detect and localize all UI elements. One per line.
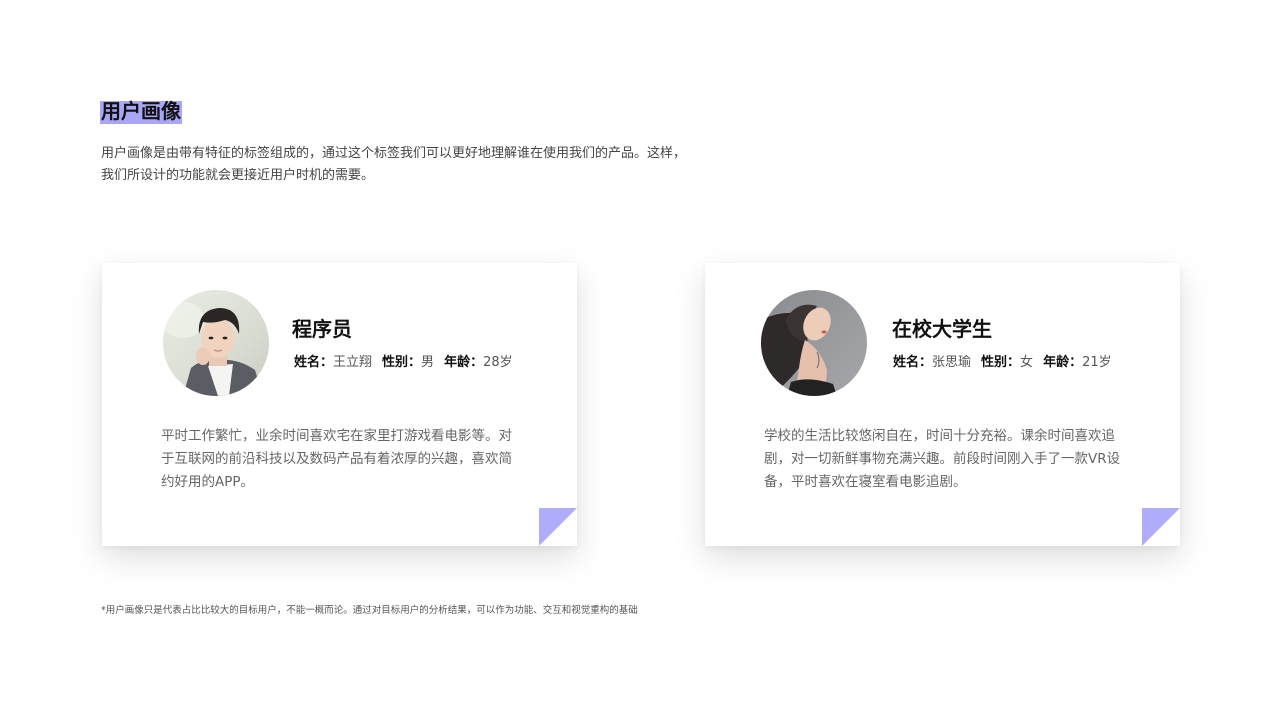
gender-value: 女 [1020,355,1034,370]
persona-meta: 姓名：王立翔 性别：男 年龄：28岁 [294,351,513,370]
gender-label: 性别： [981,355,1021,370]
intro-paragraph: 用户画像是由带有特征的标签组成的，通过这个标签我们可以更好地理解谁在使用我们的产… [101,143,741,187]
intro-line-1: 用户画像是由带有特征的标签组成的，通过这个标签我们可以更好地理解谁在使用我们的产… [101,146,687,161]
page-title: 用户画像 [100,98,182,124]
persona-meta: 姓名：张思瑜 性别：女 年龄：21岁 [893,351,1112,370]
persona-description: 平时工作繁忙，业余时间喜欢宅在家里打游戏看电影等。对于互联网的前沿科技以及数码产… [161,428,512,490]
name-value: 张思瑜 [932,355,972,370]
title-block: 用户画像 [100,98,182,124]
gender-label: 性别： [382,355,422,370]
age-value: 28岁 [483,355,513,370]
avatar-male [163,290,269,396]
folded-corner-icon [1142,508,1180,546]
persona-page: 用户画像 用户画像是由带有特征的标签组成的，通过这个标签我们可以更好地理解谁在使… [0,0,1280,720]
footnote: *用户画像只是代表占比比较大的目标用户，不能一概而论。通过对目标用户的分析结果，… [101,605,638,616]
persona-role: 在校大学生 [892,317,992,341]
page-title-text: 用户画像 [101,99,181,123]
male-user-photo-icon [163,290,269,396]
persona-card-student: 在校大学生 姓名：张思瑜 性别：女 年龄：21岁 学校的生活比较悠闲自在，时间十分充… [705,263,1180,546]
avatar-female [761,290,867,396]
folded-corner-icon [539,508,577,546]
name-label: 姓名： [893,355,933,370]
name-value: 王立翔 [333,355,373,370]
intro-line-2: 我们所设计的功能就会更接近用户时机的需要。 [101,168,375,183]
gender-value: 男 [421,355,435,370]
persona-role: 程序员 [292,317,352,341]
persona-description: 学校的生活比较悠闲自在，时间十分充裕。课余时间喜欢追剧，对一切新鲜事物充满兴趣。… [764,428,1121,490]
age-label: 年龄： [1043,355,1083,370]
name-label: 姓名： [294,355,334,370]
persona-card-programmer: 程序员 姓名：王立翔 性别：男 年龄：28岁 平时工作繁忙，业余时间喜欢宅在家里打游… [102,263,577,546]
age-label: 年龄： [444,355,484,370]
age-value: 21岁 [1082,355,1112,370]
female-user-photo-icon [761,290,867,396]
